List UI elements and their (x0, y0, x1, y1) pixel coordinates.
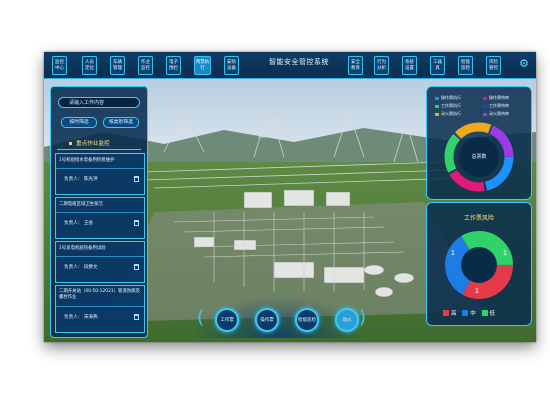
work-card[interactable]: 1号发电机组热备用试验 负责人： 段爵文 (55, 241, 145, 283)
work-card-person: 负责人： 陈光洪 (64, 177, 98, 182)
divider (56, 212, 144, 213)
work-card-title: 二期电缆区域卫生保洁 (59, 202, 103, 207)
risk-value-low: 1 (451, 250, 455, 257)
nav-item-3[interactable]: 车辆管理 (110, 56, 125, 75)
donut-center-label: 总票数 (471, 154, 487, 160)
nav-item-7[interactable]: 安防设备 (224, 56, 239, 75)
app-window: 监控中心 人员定位 车辆管理 作业监控 电子围栏 两票执行 安防设备 智能安全管… (44, 52, 536, 342)
nav-item-10[interactable]: 系统设置 (402, 56, 417, 75)
section-title-text: 重点作业监控 (76, 141, 110, 147)
arc-left-icon: ( (197, 307, 205, 328)
trash-icon[interactable] (134, 314, 139, 320)
gear-icon[interactable]: ⚙ (519, 58, 530, 69)
work-card[interactable]: 二期电缆区域卫生保洁 负责人： 王会 (55, 197, 145, 239)
work-card-person: 负责人： 段爵文 (64, 265, 98, 270)
ticket-donut (444, 122, 514, 192)
nav-item-1[interactable]: 监控中心 (52, 56, 67, 75)
legend-swatch-high (443, 310, 449, 316)
work-card-title: 1号发电机组热备用试验 (59, 246, 106, 251)
ticket-stats-panel: 操作票执行 操作票待审 工作票执行 工作票待审 动火票执行 动火票待审 总票数 (426, 86, 532, 200)
bullet-icon (69, 141, 72, 145)
page-title: 智能安全管控系统 (269, 58, 329, 66)
nav-item-4[interactable]: 作业监控 (138, 56, 153, 75)
nav-item-2[interactable]: 人员定位 (82, 56, 97, 75)
nav-item-8[interactable]: 安全教育 (348, 56, 363, 75)
bottom-dock: ( 工作票 操作票 智能巡检 动火 ) (191, 296, 367, 338)
legend-swatch-low (481, 310, 488, 316)
legend-label-high: 高 (451, 311, 457, 317)
left-panel: 请输入工作内容 按时筛选 按类别筛选 重点作业监控 1号机组给水泵备用检修维护 … (50, 86, 148, 338)
nav-item-13[interactable]: 风险管控 (486, 56, 501, 75)
risk-value-high: 1 (503, 250, 507, 257)
work-card[interactable]: 1号机组给水泵备用检修维护 负责人： 陈光洪 (55, 153, 145, 195)
legend-label-mid: 中 (470, 311, 476, 317)
nav-item-12[interactable]: 智能巡检 (458, 56, 473, 75)
nav-item-9[interactable]: 行为分析 (374, 56, 389, 75)
legend-label-low: 低 (489, 311, 496, 317)
divider (56, 306, 144, 307)
legend-swatch-mid (462, 310, 469, 316)
nav-item-6[interactable]: 两票执行 (194, 56, 211, 75)
risk-value-mid: 1 (475, 288, 479, 295)
top-navigation-bar: 监控中心 人员定位 车辆管理 作业监控 电子围栏 两票执行 安防设备 智能安全管… (44, 52, 536, 79)
filter-by-category-button[interactable]: 按类别筛选 (103, 117, 139, 128)
work-card[interactable]: 二期开关站（00-50-12021）管道防腐及螺栓作业 负责人： 宋海燕 (55, 285, 145, 333)
filter-by-time-button[interactable]: 按时筛选 (61, 117, 97, 128)
trash-icon[interactable] (134, 176, 139, 182)
dock-button-work-ticket[interactable]: 工作票 (215, 308, 239, 332)
work-card-person: 负责人： 王会 (64, 221, 94, 226)
divider (56, 168, 144, 169)
nav-item-5[interactable]: 电子围栏 (166, 56, 181, 75)
trash-icon[interactable] (134, 220, 139, 226)
work-card-title: 1号机组给水泵备用检修维护 (59, 158, 115, 163)
trash-icon[interactable] (134, 264, 139, 270)
risk-panel: 工作票风险 1 1 1 高 中 低 (426, 202, 532, 326)
section-title: 重点作业监控 (57, 139, 141, 150)
work-card-person: 负责人： 宋海燕 (64, 315, 98, 320)
dock-button-operation-ticket[interactable]: 操作票 (255, 308, 279, 332)
work-card-title: 二期开关站（00-50-12021）管道防腐及螺栓作业 (59, 289, 140, 300)
risk-legend: 高 中 低 (439, 309, 495, 317)
nav-item-11[interactable]: 工器具 (430, 56, 445, 75)
dock-button-hot-work[interactable]: 动火 (335, 308, 359, 332)
divider (56, 256, 144, 257)
arc-right-icon: ) (359, 307, 367, 328)
dock-button-inspection[interactable]: 智能巡检 (295, 308, 319, 332)
search-input[interactable]: 请输入工作内容 (58, 97, 140, 108)
